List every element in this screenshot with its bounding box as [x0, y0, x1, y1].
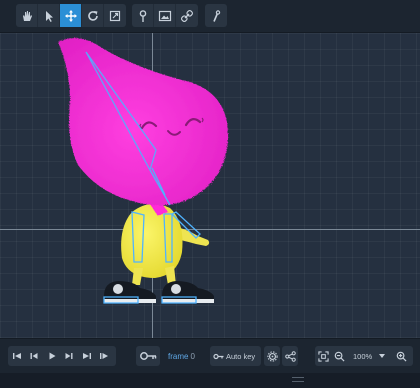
- step-back-button[interactable]: [26, 346, 44, 366]
- rig-tools: [132, 4, 198, 27]
- timeline-panel: [0, 373, 420, 388]
- hand-icon: [22, 10, 32, 21]
- left-shoe: [104, 281, 156, 303]
- zoom-in-icon: [396, 351, 407, 362]
- zoom-in-button[interactable]: [393, 346, 409, 366]
- share-icon: [284, 350, 296, 362]
- bone-draw-tool-button[interactable]: [205, 4, 227, 27]
- fit-screen-icon: [317, 350, 329, 362]
- zoom-level[interactable]: 100%: [353, 352, 375, 361]
- key-icon: [213, 353, 224, 359]
- step-forward-icon: [65, 353, 73, 359]
- playback-controls: [8, 346, 116, 366]
- gear-icon: [266, 350, 278, 362]
- move-tool-button[interactable]: [60, 4, 82, 27]
- chevron-down-icon[interactable]: [379, 354, 385, 358]
- settings-button[interactable]: [264, 346, 280, 366]
- bone-link-icon: [180, 9, 194, 22]
- skip-start-icon: [12, 353, 21, 359]
- character-figure[interactable]: [0, 33, 420, 338]
- image-tool-button[interactable]: [154, 4, 176, 27]
- share-button[interactable]: [282, 346, 298, 366]
- fit-to-screen-button[interactable]: [315, 346, 331, 366]
- auto-key-button[interactable]: Auto key: [210, 346, 261, 366]
- scale-tool-button[interactable]: [104, 4, 126, 27]
- transform-tools: [16, 4, 126, 27]
- auto-key-label: Auto key: [226, 351, 256, 361]
- play-icon: [49, 352, 56, 360]
- bone-tools: [205, 4, 227, 27]
- pin-tool-button[interactable]: [132, 4, 154, 27]
- zoom-out-icon: [334, 351, 345, 362]
- skip-end-icon: [82, 353, 91, 359]
- toolbar: [0, 0, 420, 33]
- skip-to-end-button[interactable]: [78, 346, 96, 366]
- key-icon: [140, 352, 157, 360]
- rotate-tool-button[interactable]: [82, 4, 104, 27]
- resize-handle[interactable]: [292, 377, 304, 382]
- bone-draw-icon: [213, 9, 221, 22]
- move-icon: [64, 9, 77, 22]
- step-back-icon: [30, 353, 38, 359]
- loop-button[interactable]: [96, 346, 114, 366]
- select-tool-button[interactable]: [38, 4, 60, 27]
- frame-label: frame: [168, 352, 189, 361]
- frame-indicator: frame 0: [168, 352, 195, 361]
- rotate-icon: [87, 10, 98, 21]
- timeline-bar: frame 0 Auto key 100%: [0, 338, 420, 373]
- keyframe-button[interactable]: [136, 346, 160, 366]
- pin-icon: [139, 9, 146, 22]
- zoom-controls: 100%: [315, 346, 413, 366]
- skip-to-start-button[interactable]: [8, 346, 26, 366]
- hand-tool-button[interactable]: [16, 4, 38, 27]
- loop-icon: [100, 353, 109, 359]
- stage-canvas[interactable]: [0, 33, 420, 338]
- right-shoe: [162, 281, 214, 303]
- step-forward-button[interactable]: [61, 346, 79, 366]
- scale-icon: [109, 10, 121, 21]
- zoom-out-button[interactable]: [331, 346, 347, 366]
- image-icon: [158, 10, 171, 21]
- bone-link-tool-button[interactable]: [176, 4, 198, 27]
- pointer-icon: [45, 10, 53, 22]
- play-button[interactable]: [43, 346, 61, 366]
- frame-value: 0: [190, 352, 195, 361]
